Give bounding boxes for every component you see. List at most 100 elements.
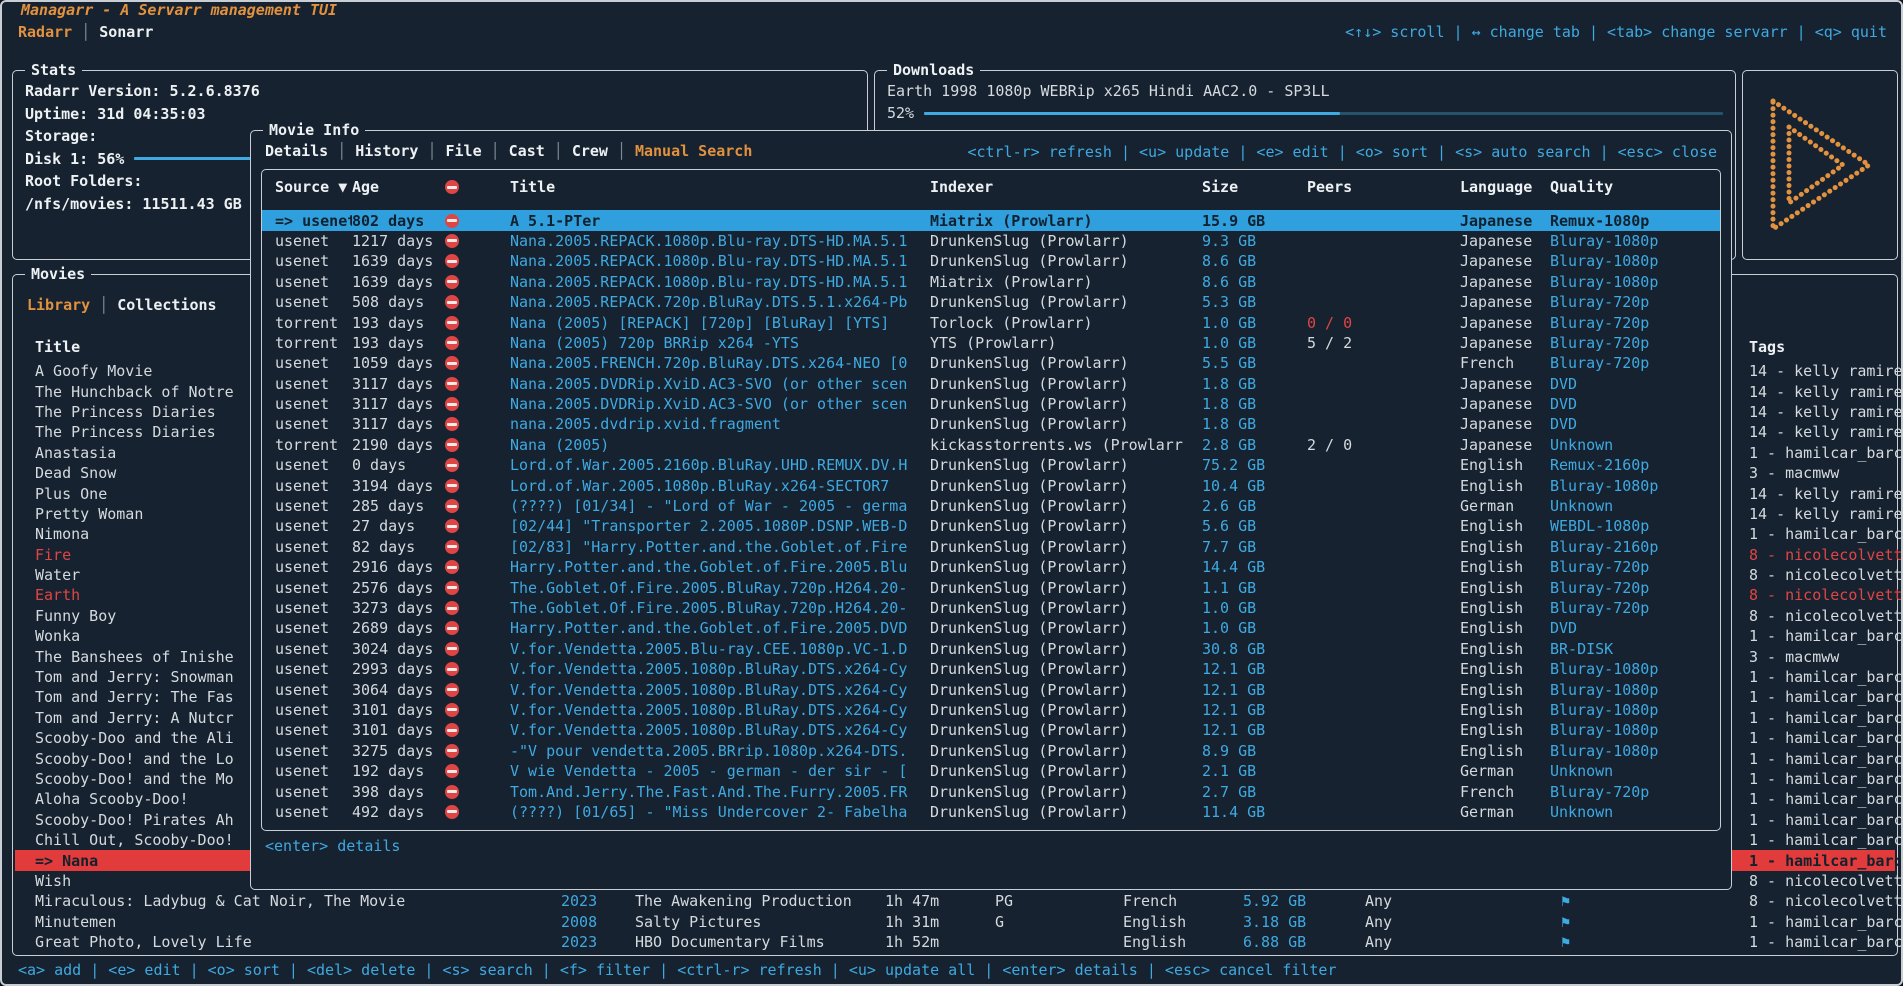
- movie-row[interactable]: Minutemen2008Salty Pictures1h 31mGEnglis…: [15, 912, 1895, 932]
- servarr-tab-radarr[interactable]: Radarr: [18, 23, 72, 41]
- result-source-cell: usenet: [262, 681, 352, 699]
- movie-tags-cell: 1 - hamilcar_barca: [1749, 770, 1903, 788]
- result-language-cell: English: [1460, 456, 1550, 474]
- movie-info-tab-cast[interactable]: Cast: [509, 142, 545, 160]
- search-result-row[interactable]: usenet508 daysNana.2005.REPACK.720p.BluR…: [262, 292, 1720, 312]
- root-folders-label: Root Folders:: [25, 172, 142, 190]
- result-age-cell: 27 days: [352, 517, 445, 535]
- movie-info-footer-hint: <enter> details: [265, 837, 400, 855]
- result-size-cell: 15.9 GB: [1202, 212, 1307, 230]
- search-result-row[interactable]: usenet3024 daysV.for.Vendetta.2005.Blu-r…: [262, 639, 1720, 659]
- results-col-language[interactable]: Language: [1460, 178, 1550, 196]
- result-language-cell: Japanese: [1460, 436, 1550, 454]
- search-result-row[interactable]: usenet3194 daysLord.of.War.2005.1080p.Bl…: [262, 475, 1720, 495]
- download-item-row[interactable]: Earth 1998 1080p WEBRip x265 Hindi AAC2.…: [875, 80, 1735, 102]
- movie-row[interactable]: Great Photo, Lovely Life2023HBO Document…: [15, 932, 1895, 952]
- result-source-cell: usenet: [262, 579, 352, 597]
- movie-tags-cell: 1 - hamilcar_barca: [1749, 831, 1903, 849]
- result-age-cell: 3064 days: [352, 681, 445, 699]
- result-peers-cell: 0 / 0: [1307, 314, 1460, 332]
- movie-row[interactable]: Miraculous: Ladybug & Cat Noir, The Movi…: [15, 891, 1895, 911]
- result-source-cell: usenet: [262, 742, 352, 760]
- search-result-row[interactable]: usenet82 days[02/83] "Harry.Potter.and.t…: [262, 537, 1720, 557]
- result-indexer-cell: DrunkenSlug (Prowlarr): [930, 660, 1202, 678]
- movies-tab-library[interactable]: Library: [27, 296, 90, 314]
- movie-info-tab-crew[interactable]: Crew: [572, 142, 608, 160]
- search-result-row[interactable]: usenet3101 daysV.for.Vendetta.2005.1080p…: [262, 720, 1720, 740]
- result-indexer-cell: DrunkenSlug (Prowlarr): [930, 742, 1202, 760]
- search-result-row[interactable]: usenet2576 daysThe.Goblet.Of.Fire.2005.B…: [262, 577, 1720, 597]
- result-age-cell: 1639 days: [352, 252, 445, 270]
- movie-quality-profile-cell: Any: [1365, 892, 1561, 910]
- result-source-cell: usenet: [262, 517, 352, 535]
- search-result-row[interactable]: usenet1639 daysNana.2005.REPACK.1080p.Bl…: [262, 251, 1720, 271]
- search-result-row[interactable]: usenet27 days[02/44] "Transporter 2.2005…: [262, 516, 1720, 536]
- search-result-row[interactable]: usenet2689 daysHarry.Potter.and.the.Gobl…: [262, 618, 1720, 638]
- root-folder-label: /nfs/movies: 11511.43 GB: [25, 195, 242, 213]
- movies-tabs: Library│Collections: [27, 295, 217, 315]
- search-result-row[interactable]: torrent193 daysNana (2005) [REPACK] [720…: [262, 312, 1720, 332]
- result-quality-cell: Remux-1080p: [1550, 212, 1649, 230]
- movie-info-tab-separator: │: [491, 142, 500, 160]
- search-result-row[interactable]: usenet3275 days-"V pour vendetta.2005.BR…: [262, 741, 1720, 761]
- result-indexer-cell: DrunkenSlug (Prowlarr): [930, 701, 1202, 719]
- result-rejection-cell: [445, 785, 510, 799]
- search-result-row[interactable]: usenet192 daysV wie Vendetta - 2005 - ge…: [262, 761, 1720, 781]
- result-language-cell: English: [1460, 721, 1550, 739]
- result-rejection-cell: [445, 295, 510, 309]
- result-language-cell: French: [1460, 783, 1550, 801]
- movie-info-tab-details[interactable]: Details: [265, 142, 328, 160]
- results-col-age[interactable]: Age: [352, 178, 445, 196]
- rejection-icon: [445, 519, 459, 533]
- movies-col-tags[interactable]: Tags: [1749, 338, 1791, 356]
- movie-title-cell: Great Photo, Lovely Life: [15, 933, 561, 951]
- search-result-row[interactable]: torrent2190 daysNana (2005)kickasstorren…: [262, 435, 1720, 455]
- result-size-cell: 12.1 GB: [1202, 681, 1307, 699]
- search-result-row[interactable]: usenet3101 daysV.for.Vendetta.2005.1080p…: [262, 700, 1720, 720]
- rejection-icon: [445, 254, 459, 268]
- search-result-row[interactable]: usenet492 days(????) [01/65] - "Miss Und…: [262, 802, 1720, 822]
- movie-info-tab-file[interactable]: File: [446, 142, 482, 160]
- result-indexer-cell: DrunkenSlug (Prowlarr): [930, 395, 1202, 413]
- movie-info-tab-history[interactable]: History: [355, 142, 418, 160]
- result-language-cell: German: [1460, 762, 1550, 780]
- search-result-row[interactable]: usenet3273 daysThe.Goblet.Of.Fire.2005.B…: [262, 598, 1720, 618]
- search-result-row[interactable]: usenet285 days(????) [01/34] - "Lord of …: [262, 496, 1720, 516]
- search-result-row[interactable]: usenet3117 daysNana.2005.DVDRip.XviD.AC3…: [262, 374, 1720, 394]
- results-col-size[interactable]: Size: [1202, 178, 1307, 196]
- search-result-row[interactable]: => usenet802 daysA 5.1-PTerMiatrix (Prow…: [262, 210, 1720, 230]
- search-result-row[interactable]: usenet2993 daysV.for.Vendetta.2005.1080p…: [262, 659, 1720, 679]
- results-col-peers[interactable]: Peers: [1307, 178, 1460, 196]
- result-quality-cell: DVD: [1550, 375, 1577, 393]
- search-result-row[interactable]: usenet3117 daysNana.2005.DVDRip.XviD.AC3…: [262, 394, 1720, 414]
- search-result-row[interactable]: usenet3117 daysnana.2005.dvdrip.xvid.fra…: [262, 414, 1720, 434]
- result-age-cell: 2689 days: [352, 619, 445, 637]
- result-indexer-cell: Miatrix (Prowlarr): [930, 273, 1202, 291]
- results-col-quality[interactable]: Quality: [1550, 178, 1613, 196]
- search-result-row[interactable]: torrent193 daysNana (2005) 720p BRRip x2…: [262, 333, 1720, 353]
- search-result-row[interactable]: usenet1217 daysNana.2005.REPACK.1080p.Bl…: [262, 231, 1720, 251]
- rejection-icon: [445, 499, 459, 513]
- result-peers-cell: 5 / 2: [1307, 334, 1460, 352]
- search-result-row[interactable]: usenet3064 daysV.for.Vendetta.2005.1080p…: [262, 679, 1720, 699]
- results-col-indexer[interactable]: Indexer: [930, 178, 1202, 196]
- download-progress-gauge: [924, 112, 1723, 115]
- results-col-source[interactable]: Source ▼: [262, 178, 352, 196]
- servarr-tab-sonarr[interactable]: Sonarr: [99, 23, 153, 41]
- movie-info-tab-manual-search[interactable]: Manual Search: [635, 142, 752, 160]
- result-age-cell: 3117 days: [352, 395, 445, 413]
- result-age-cell: 2993 days: [352, 660, 445, 678]
- rejection-icon: [445, 723, 459, 737]
- movies-tab-collections[interactable]: Collections: [117, 296, 216, 314]
- search-result-row[interactable]: usenet1639 daysNana.2005.REPACK.1080p.Bl…: [262, 272, 1720, 292]
- result-size-cell: 2.6 GB: [1202, 497, 1307, 515]
- search-result-row[interactable]: usenet1059 daysNana.2005.FRENCH.720p.Blu…: [262, 353, 1720, 373]
- movie-tags-cell: 1 - hamilcar_barca: [1749, 852, 1903, 870]
- servarr-tabs: Radarr│Sonarr: [18, 22, 153, 42]
- result-source-cell: usenet: [262, 293, 352, 311]
- result-language-cell: Japanese: [1460, 334, 1550, 352]
- results-col-title[interactable]: Title: [510, 178, 930, 196]
- search-result-row[interactable]: usenet398 daysTom.And.Jerry.The.Fast.And…: [262, 781, 1720, 801]
- search-result-row[interactable]: usenet2916 daysHarry.Potter.and.the.Gobl…: [262, 557, 1720, 577]
- search-result-row[interactable]: usenet0 daysLord.of.War.2005.2160p.BluRa…: [262, 455, 1720, 475]
